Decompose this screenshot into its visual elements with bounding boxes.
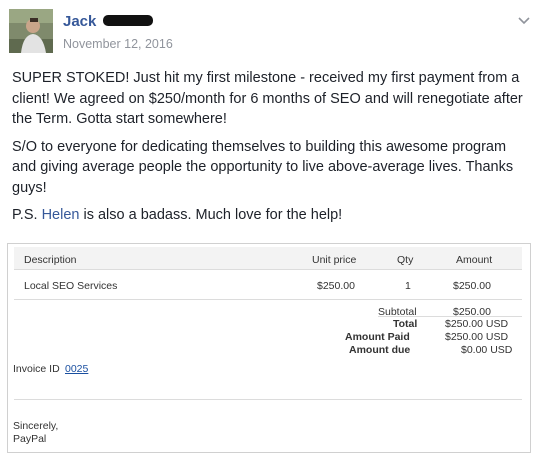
amount-paid-label: Amount Paid bbox=[345, 331, 410, 343]
total-value: $250.00 USD bbox=[445, 318, 509, 330]
redacted-last-name bbox=[103, 15, 153, 26]
author-name[interactable]: Jack bbox=[63, 13, 96, 30]
divider bbox=[378, 316, 522, 317]
closing-text: Sincerely, bbox=[13, 420, 59, 432]
post-body: SUPER STOKED! Just hit my first mileston… bbox=[12, 68, 532, 233]
row-description: Local SEO Services bbox=[24, 280, 118, 292]
header-unit-price: Unit price bbox=[312, 254, 357, 266]
header-description: Description bbox=[24, 254, 77, 266]
amount-due-value: $0.00 USD bbox=[461, 344, 513, 356]
invoice-id-link[interactable]: 0025 bbox=[65, 363, 88, 375]
invoice-id-label: Invoice ID bbox=[13, 363, 60, 375]
avatar[interactable] bbox=[9, 9, 53, 53]
divider bbox=[14, 299, 522, 300]
post-date[interactable]: November 12, 2016 bbox=[63, 37, 173, 51]
avatar-photo bbox=[9, 9, 53, 53]
header-qty: Qty bbox=[397, 254, 414, 266]
row-unit-price: $250.00 bbox=[317, 280, 355, 292]
invoice-image: Description Unit price Qty Amount Local … bbox=[7, 243, 531, 453]
post-ps: P.S. Helen is also a badass. Much love f… bbox=[12, 205, 532, 226]
total-label: Total bbox=[393, 318, 418, 330]
header-amount: Amount bbox=[456, 254, 493, 266]
sender-name: PayPal bbox=[13, 433, 47, 445]
ps-prefix: P.S. bbox=[12, 207, 42, 223]
row-amount: $250.00 bbox=[453, 280, 491, 292]
post-paragraph: SUPER STOKED! Just hit my first mileston… bbox=[12, 70, 523, 127]
chevron-down-icon[interactable] bbox=[517, 12, 531, 25]
row-qty: 1 bbox=[405, 280, 411, 292]
invoice-header-row: Description Unit price Qty Amount bbox=[14, 247, 522, 270]
post-paragraph: S/O to everyone for dedicating themselve… bbox=[12, 138, 514, 196]
amount-due-label: Amount due bbox=[349, 344, 411, 356]
divider bbox=[14, 399, 522, 400]
mention-link[interactable]: Helen bbox=[42, 207, 80, 223]
ps-suffix: is also a badass. Much love for the help… bbox=[79, 207, 343, 223]
amount-paid-value: $250.00 USD bbox=[445, 331, 509, 343]
